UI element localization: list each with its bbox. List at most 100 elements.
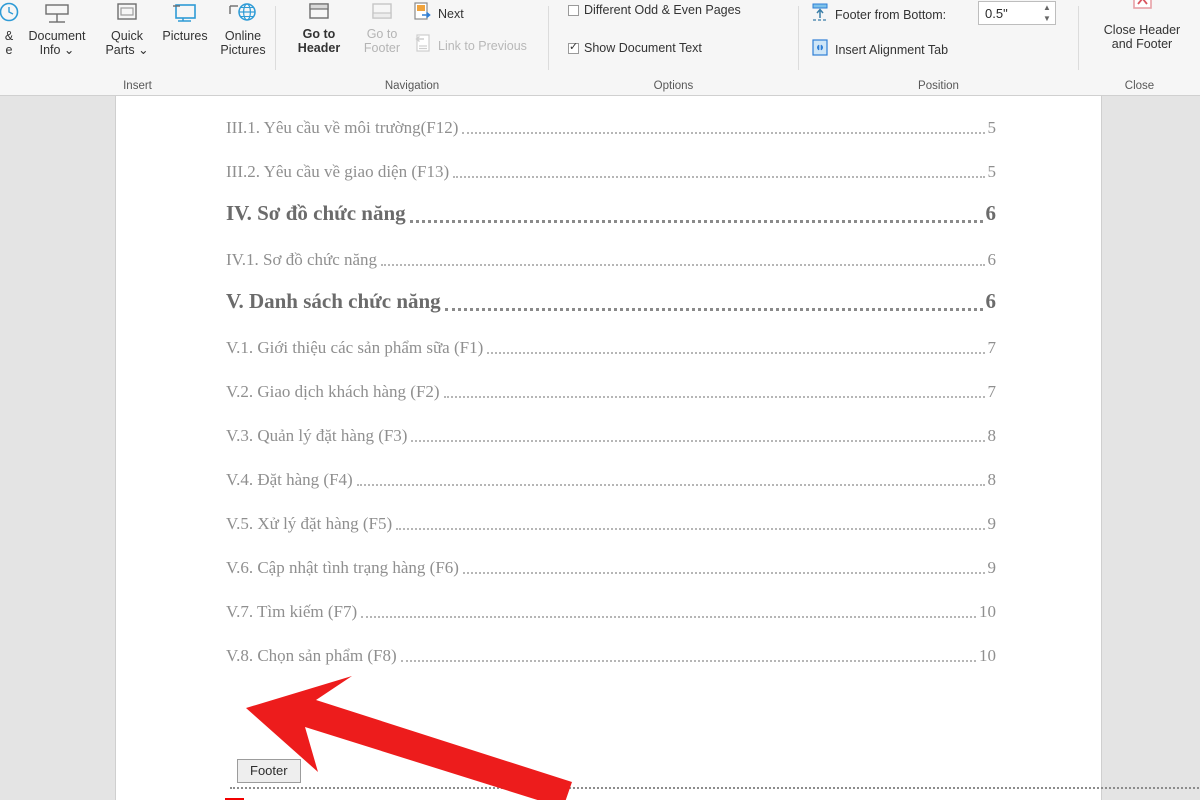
footer-from-bottom-field[interactable]: Footer from Bottom: xyxy=(810,3,946,26)
toc-entry[interactable]: V.5. Xử lý đặt hàng (F5) 9 xyxy=(226,492,996,536)
toc-entry-page: 6 xyxy=(985,201,997,225)
ribbon-group-close: Close Header and Footer xyxy=(1084,0,1200,78)
ribbon: & e Document Info ⌄ Quick Parts ⌄ Pictur… xyxy=(0,0,1200,96)
link-to-previous-button[interactable]: Link to Previous xyxy=(413,34,527,57)
close-header-and-footer-button[interactable]: Close Header and Footer xyxy=(1088,0,1196,51)
toc-leader-dots xyxy=(462,132,985,134)
checkbox-box xyxy=(568,41,579,54)
document-area[interactable]: III.1. Yêu cầu về môi trường(F12) 5 III.2.… xyxy=(0,96,1200,800)
go-to-header-label: Go to Header xyxy=(297,27,341,55)
quick-parts-button[interactable]: Quick Parts ⌄ xyxy=(98,2,156,57)
online-pictures-button[interactable]: Online Pictures xyxy=(212,2,274,57)
toc-entry-title: V.2. Giao dịch khách hàng (F2) xyxy=(226,382,440,401)
group-label-navigation: Navigation xyxy=(384,80,440,92)
toc-entry[interactable]: V.3. Quản lý đặt hàng (F3) 8 xyxy=(226,404,996,448)
online-pictures-label: Online Pictures xyxy=(220,29,266,57)
toc-entry[interactable]: V.4. Đặt hàng (F4) 8 xyxy=(226,448,996,492)
checkbox-box xyxy=(568,4,579,16)
document-page[interactable]: III.1. Yêu cầu về môi trường(F12) 5 III.2.… xyxy=(115,96,1200,800)
go-to-header-icon xyxy=(305,2,333,27)
toc-entry-title: IV. Sơ đồ chức năng xyxy=(226,201,406,225)
toc-leader-dots xyxy=(381,264,985,266)
insert-alignment-tab-label: Insert Alignment Tab xyxy=(835,42,949,57)
toc-entry-title: III.2. Yêu cầu về giao diện (F13) xyxy=(226,162,450,181)
group-separator-4 xyxy=(1078,6,1079,70)
group-separator-2 xyxy=(548,6,549,70)
ribbon-groups: & e Document Info ⌄ Quick Parts ⌄ Pictur… xyxy=(0,0,1200,78)
table-of-contents[interactable]: III.1. Yêu cầu về môi trường(F12) 5 III.2.… xyxy=(226,96,996,668)
toc-entry-title: IV.1. Sơ đồ chức năng xyxy=(226,250,378,269)
toc-entry-title: V.1. Giới thiệu các sản phẩm sữa (F1) xyxy=(226,338,484,357)
toc-entry-page: 5 xyxy=(987,162,997,181)
toc-leader-dots xyxy=(444,308,983,311)
toc-entry[interactable]: IV. Sơ đồ chức năng 6 xyxy=(226,184,996,228)
quick-parts-label: Quick Parts ⌄ xyxy=(105,29,149,57)
toc-entry[interactable]: IV.1. Sơ đồ chức năng 6 xyxy=(226,228,996,272)
different-odd-even-pages-label: Different Odd & Even Pages xyxy=(584,3,741,17)
toc-entry-title: V.7. Tìm kiếm (F7) xyxy=(226,602,358,621)
group-separator-1 xyxy=(275,6,276,70)
toc-entry-page: 8 xyxy=(987,426,997,445)
toc-entry-page: 6 xyxy=(987,250,997,269)
go-to-footer-button[interactable]: Go to Footer xyxy=(351,2,413,55)
close-header-and-footer-label: Close Header and Footer xyxy=(1103,23,1181,51)
pictures-label: Pictures xyxy=(162,29,208,43)
toc-leader-dots xyxy=(462,572,985,574)
go-to-footer-label: Go to Footer xyxy=(363,27,401,55)
toc-entry-page: 9 xyxy=(987,558,997,577)
footer-from-bottom-spinner[interactable]: 0.5" ▲ ▼ xyxy=(978,1,1056,25)
toc-entry-page: 5 xyxy=(987,118,997,137)
footer-from-bottom-value: 0.5" xyxy=(985,5,1008,21)
toc-entry-title: V. Danh sách chức năng xyxy=(226,289,441,313)
online-pictures-icon xyxy=(227,2,259,29)
toc-entry-title: V.5. Xử lý đặt hàng (F5) xyxy=(226,514,393,533)
spinner-up-icon[interactable]: ▲ xyxy=(1043,3,1051,12)
toc-entry[interactable]: III.2. Yêu cầu về giao diện (F13) 5 xyxy=(226,140,996,184)
toc-entry[interactable]: V.7. Tìm kiếm (F7) 10 xyxy=(226,580,996,624)
toc-entry-title: V.6. Cập nhật tình trạng hàng (F6) xyxy=(226,558,459,577)
footer-tab-marker: Footer xyxy=(237,759,301,783)
ribbon-group-insert: & e Document Info ⌄ Quick Parts ⌄ Pictur… xyxy=(0,0,268,78)
toc-entry-title: V.4. Đặt hàng (F4) xyxy=(226,470,353,489)
toc-entry[interactable]: V.8. Chọn sản phẩm (F8) 10 xyxy=(226,624,996,668)
spinner-down-icon[interactable]: ▼ xyxy=(1043,14,1051,23)
toc-leader-dots xyxy=(487,352,985,354)
group-separator-3 xyxy=(798,6,799,70)
different-odd-even-pages-checkbox[interactable]: Different Odd & Even Pages xyxy=(568,3,741,17)
group-label-insert: Insert xyxy=(123,80,152,92)
footer-from-bottom-label: Footer from Bottom: xyxy=(835,7,947,22)
show-document-text-checkbox[interactable]: Show Document Text xyxy=(568,41,702,55)
quick-parts-icon xyxy=(113,2,141,29)
toc-leader-dots xyxy=(443,396,985,398)
toc-entry[interactable]: V.1. Giới thiệu các sản phẩm sữa (F1) 7 xyxy=(226,316,996,360)
ribbon-group-navigation: Go to Header Go to Footer Next Link to P… xyxy=(283,0,545,78)
insert-alignment-tab-button[interactable]: Insert Alignment Tab xyxy=(810,38,948,61)
group-label-options: Options xyxy=(653,80,694,92)
toc-entry-title: V.8. Chọn sản phẩm (F8) xyxy=(226,646,397,665)
toc-entry[interactable]: V.6. Cập nhật tình trạng hàng (F6) 9 xyxy=(226,536,996,580)
toc-leader-dots xyxy=(361,616,976,618)
document-info-label: Document Info ⌄ xyxy=(28,29,86,57)
ribbon-group-position: Footer from Bottom: 0.5" ▲ ▼ Insert Alig… xyxy=(804,0,1076,78)
toc-leader-dots xyxy=(409,220,983,223)
document-info-button[interactable]: Document Info ⌄ xyxy=(18,2,96,57)
toc-entry[interactable]: V. Danh sách chức năng 6 xyxy=(226,272,996,316)
go-to-header-button[interactable]: Go to Header xyxy=(288,2,350,55)
toc-leader-dots xyxy=(400,660,976,662)
toc-entry-page: 8 xyxy=(987,470,997,489)
ribbon-group-options: Different Odd & Even Pages Show Document… xyxy=(556,0,796,78)
toc-entry-page: 6 xyxy=(985,289,997,313)
toc-entry-page: 7 xyxy=(987,338,997,357)
toc-leader-dots xyxy=(453,176,985,178)
toc-entry[interactable]: V.2. Giao dịch khách hàng (F2) 7 xyxy=(226,360,996,404)
next-icon xyxy=(413,2,433,25)
spinner-arrows[interactable]: ▲ ▼ xyxy=(1039,2,1055,24)
link-to-previous-label: Link to Previous xyxy=(438,38,527,53)
toc-entry-page: 9 xyxy=(987,514,997,533)
close-header-footer-icon xyxy=(1127,0,1157,23)
group-label-close: Close xyxy=(1124,80,1155,92)
next-button[interactable]: Next xyxy=(413,2,464,25)
toc-leader-dots xyxy=(411,440,985,442)
pictures-button[interactable]: Pictures xyxy=(156,2,214,43)
toc-entry[interactable]: III.1. Yêu cầu về môi trường(F12) 5 xyxy=(226,96,996,140)
